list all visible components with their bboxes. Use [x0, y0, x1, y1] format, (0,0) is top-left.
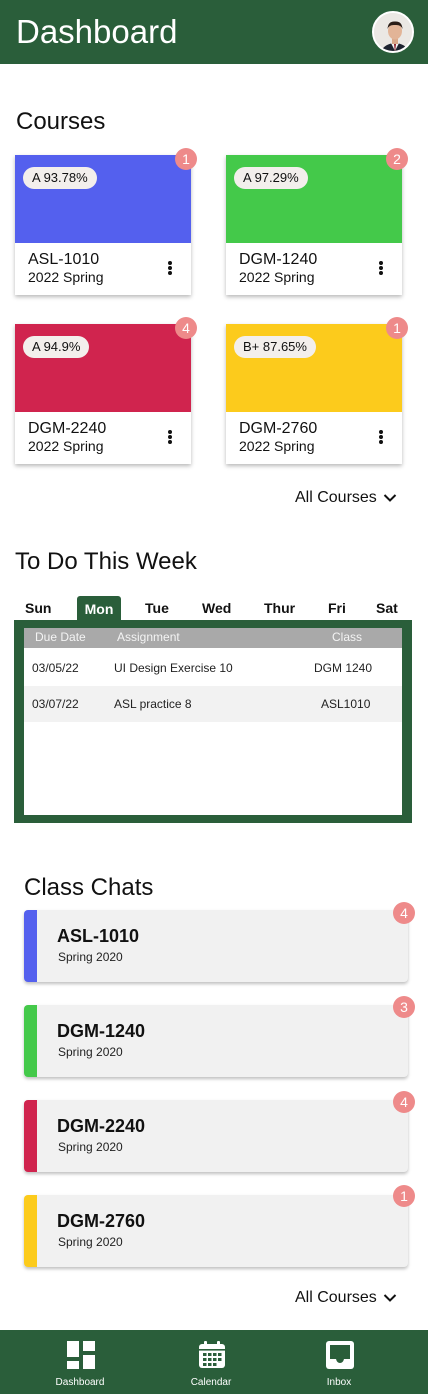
- notification-badge: 1: [386, 317, 408, 339]
- course-code: DGM-1240: [239, 251, 318, 268]
- day-tab-tue[interactable]: Tue: [145, 600, 169, 616]
- day-tab-sun[interactable]: Sun: [25, 600, 51, 616]
- app-header: Dashboard: [0, 0, 428, 64]
- user-photo-icon: [374, 13, 412, 51]
- notification-badge: 4: [393, 902, 415, 924]
- nav-label: Inbox: [326, 1377, 352, 1388]
- chat-course-code: DGM-2760: [57, 1211, 146, 1231]
- due-date-cell: 03/07/22: [32, 697, 79, 711]
- chevron-down-icon: [383, 494, 397, 502]
- inbox-icon: [326, 1341, 354, 1369]
- nav-label: Calendar: [190, 1377, 232, 1388]
- course-card-dgm-2240[interactable]: A 94.9% DGM-2240 2022 Spring: [15, 324, 191, 464]
- notification-badge: 1: [175, 148, 197, 170]
- table-row[interactable]: 03/07/22 ASL practice 8 ASL1010: [24, 686, 402, 722]
- all-chats-dropdown[interactable]: All Courses: [295, 1289, 397, 1307]
- all-courses-label: All Courses: [295, 489, 377, 506]
- day-tab-sat[interactable]: Sat: [376, 600, 398, 616]
- due-date-cell: 03/05/22: [32, 661, 79, 675]
- avatar[interactable]: [372, 11, 414, 53]
- class-chats-heading: Class Chats: [24, 874, 154, 901]
- table-header: Due Date Assignment Class: [24, 628, 402, 648]
- chat-course-code: DGM-2240: [57, 1116, 146, 1136]
- chat-color-stripe: [24, 910, 37, 982]
- column-header-assignment: Assignment: [117, 630, 180, 644]
- column-header-class: Class: [332, 630, 363, 644]
- more-options-icon[interactable]: [372, 428, 390, 446]
- course-term: 2022 Spring: [28, 269, 104, 285]
- grade-pill: B+ 87.65%: [234, 336, 316, 358]
- calendar-icon: [199, 1341, 225, 1368]
- chat-course-term: Spring 2020: [58, 1235, 123, 1249]
- course-code: ASL-1010: [28, 251, 100, 268]
- chat-card-dgm-2240[interactable]: DGM-2240 Spring 2020: [24, 1100, 408, 1172]
- class-cell: DGM 1240: [314, 661, 373, 675]
- nav-label: Dashboard: [55, 1377, 105, 1388]
- notification-badge: 2: [386, 148, 408, 170]
- more-options-icon[interactable]: [161, 428, 179, 446]
- notification-badge: 4: [175, 317, 197, 339]
- dashboard-icon: [67, 1341, 95, 1369]
- course-card-dgm-1240[interactable]: A 97.29% DGM-1240 2022 Spring: [226, 155, 402, 295]
- todo-table: Due Date Assignment Class 03/05/22 UI De…: [24, 628, 402, 815]
- chat-card-dgm-1240[interactable]: DGM-1240 Spring 2020: [24, 1005, 408, 1077]
- notification-badge: 3: [393, 996, 415, 1018]
- column-header-due-date: Due Date: [35, 630, 86, 644]
- more-options-icon[interactable]: [161, 259, 179, 277]
- nav-dashboard[interactable]: Dashboard: [30, 1330, 130, 1394]
- chat-course-term: Spring 2020: [58, 950, 123, 964]
- all-courses-dropdown[interactable]: All Courses: [295, 489, 397, 507]
- table-row[interactable]: 03/05/22 UI Design Exercise 10 DGM 1240: [24, 650, 402, 686]
- chat-color-stripe: [24, 1100, 37, 1172]
- nav-inbox[interactable]: Inbox: [289, 1330, 389, 1394]
- bottom-navigation: Dashboard Calendar Inbox: [0, 1330, 428, 1394]
- todo-heading: To Do This Week: [15, 548, 197, 575]
- assignment-cell: UI Design Exercise 10: [114, 661, 233, 675]
- course-code: DGM-2240: [28, 420, 107, 437]
- chat-card-asl-1010[interactable]: ASL-1010 Spring 2020: [24, 910, 408, 982]
- course-term: 2022 Spring: [239, 438, 315, 454]
- chevron-down-icon: [383, 1294, 397, 1302]
- chat-card-dgm-2760[interactable]: DGM-2760 Spring 2020: [24, 1195, 408, 1267]
- course-card-asl-1010[interactable]: A 93.78% ASL-1010 2022 Spring: [15, 155, 191, 295]
- class-cell: ASL1010: [321, 697, 371, 711]
- grade-pill: A 94.9%: [23, 336, 90, 358]
- day-tab-fri[interactable]: Fri: [328, 600, 346, 616]
- nav-calendar[interactable]: Calendar: [161, 1330, 261, 1394]
- course-term: 2022 Spring: [28, 438, 104, 454]
- todo-panel: Due Date Assignment Class 03/05/22 UI De…: [14, 620, 412, 823]
- assignment-cell: ASL practice 8: [114, 697, 192, 711]
- chat-course-term: Spring 2020: [58, 1140, 123, 1154]
- more-options-icon[interactable]: [372, 259, 390, 277]
- notification-badge: 4: [393, 1091, 415, 1113]
- chat-course-term: Spring 2020: [58, 1045, 123, 1059]
- day-tab-mon[interactable]: Mon: [77, 596, 121, 622]
- grade-pill: A 97.29%: [234, 167, 308, 189]
- chat-color-stripe: [24, 1195, 37, 1267]
- notification-badge: 1: [393, 1185, 415, 1207]
- grade-pill: A 93.78%: [23, 167, 97, 189]
- day-tab-wed[interactable]: Wed: [202, 600, 231, 616]
- chat-course-code: DGM-1240: [57, 1021, 146, 1041]
- chat-course-code: ASL-1010: [57, 926, 140, 946]
- course-term: 2022 Spring: [239, 269, 315, 285]
- courses-heading: Courses: [16, 108, 106, 135]
- all-courses-label: All Courses: [295, 1289, 377, 1306]
- page-title: Dashboard: [16, 13, 178, 50]
- course-card-dgm-2760[interactable]: B+ 87.65% DGM-2760 2022 Spring: [226, 324, 402, 464]
- day-tab-thur[interactable]: Thur: [264, 600, 295, 616]
- course-code: DGM-2760: [239, 420, 318, 437]
- chat-color-stripe: [24, 1005, 37, 1077]
